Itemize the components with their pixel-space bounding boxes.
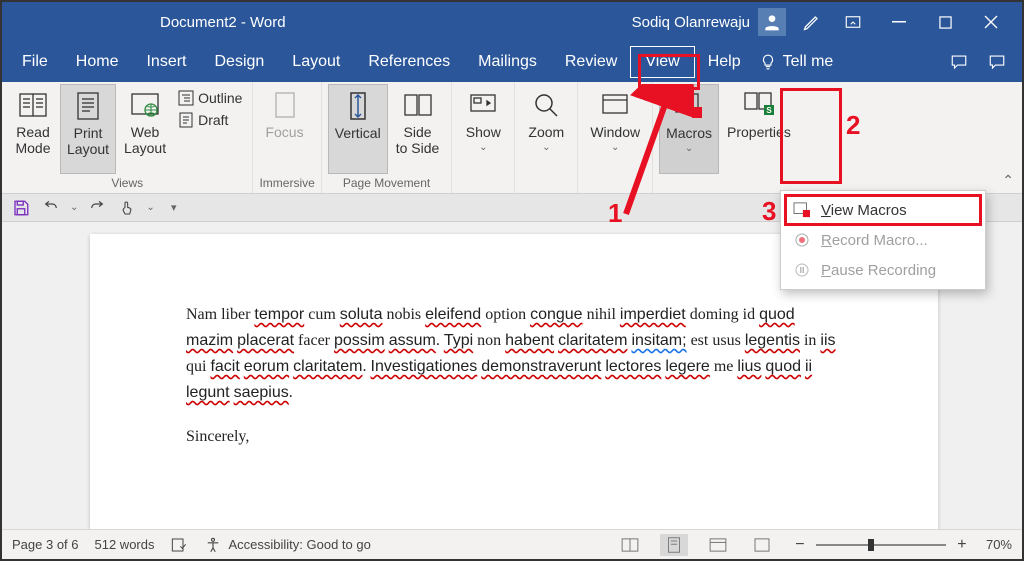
- close-button[interactable]: [968, 2, 1014, 42]
- share-icon[interactable]: [978, 47, 1016, 77]
- page-indicator[interactable]: Page 3 of 6: [12, 537, 79, 552]
- show-button[interactable]: Show ⌄: [458, 84, 508, 174]
- window-button[interactable]: Window ⌄: [584, 84, 646, 174]
- save-button[interactable]: [10, 197, 32, 219]
- maximize-button[interactable]: [922, 2, 968, 42]
- read-mode-icon: [19, 88, 47, 122]
- macros-dropdown-menu: View Macros Record Macro... Pause Record…: [780, 190, 986, 290]
- chevron-down-icon: ⌄: [611, 142, 619, 153]
- focus-view-button[interactable]: [748, 534, 776, 556]
- menu-view[interactable]: View: [631, 47, 693, 77]
- macros-button[interactable]: Macros ⌄: [659, 84, 719, 174]
- record-icon: [793, 231, 811, 249]
- body-paragraph[interactable]: Sincerely,: [186, 424, 842, 450]
- pen-icon[interactable]: [794, 2, 830, 42]
- menu-mailings[interactable]: Mailings: [464, 47, 551, 77]
- qat-customize-button[interactable]: ▾: [163, 197, 185, 219]
- redo-button[interactable]: [86, 197, 108, 219]
- ribbon-group-page-movement: Vertical Side to Side Page Movement: [322, 82, 453, 193]
- status-bar: Page 3 of 6 512 words Accessibility: Goo…: [2, 529, 1022, 559]
- menu-file[interactable]: File: [8, 47, 62, 77]
- draft-button[interactable]: Draft: [174, 110, 246, 130]
- view-macros-icon: [793, 201, 811, 219]
- chevron-down-icon: ⌄: [542, 142, 550, 153]
- touch-mode-button[interactable]: [116, 197, 138, 219]
- print-layout-button[interactable]: Print Layout: [60, 84, 116, 174]
- print-layout-icon: [76, 89, 100, 123]
- chevron-down-icon: ⌄: [479, 142, 487, 153]
- user-name: Sodiq Olanrewaju: [632, 14, 750, 31]
- body-paragraph[interactable]: Nam liber tempor cum soluta nobis eleife…: [186, 302, 842, 406]
- svg-text:S: S: [766, 106, 772, 115]
- ribbon-group-macros: Macros ⌄ S Properties: [653, 82, 803, 193]
- menu-references[interactable]: References: [354, 47, 464, 77]
- title-bar: Document2 - Word Sodiq Olanrewaju: [2, 2, 1022, 42]
- undo-button[interactable]: [40, 197, 62, 219]
- ribbon-group-views: Read Mode Print Layout Web Layout Outlin…: [2, 82, 253, 193]
- avatar[interactable]: [758, 8, 786, 36]
- menu-home[interactable]: Home: [62, 47, 133, 77]
- comments-icon[interactable]: [940, 47, 978, 77]
- zoom-thumb[interactable]: [868, 539, 874, 551]
- show-icon: [470, 88, 496, 122]
- properties-icon: S: [744, 88, 774, 122]
- ribbon-group-zoom: Zoom ⌄: [515, 82, 578, 193]
- zoom-out-button[interactable]: −: [792, 536, 808, 554]
- pause-icon: [793, 261, 811, 279]
- record-macro-item[interactable]: Record Macro...: [781, 225, 985, 255]
- accessibility-status[interactable]: Accessibility: Good to go: [204, 536, 370, 554]
- outline-button[interactable]: Outline: [174, 88, 246, 108]
- proofing-button[interactable]: [170, 537, 188, 553]
- lightbulb-icon: [759, 53, 777, 71]
- read-mode-button[interactable]: Read Mode: [8, 84, 58, 174]
- tell-me-search[interactable]: Tell me: [759, 53, 834, 71]
- zoom-track[interactable]: [816, 544, 946, 546]
- chevron-down-icon: ⌄: [685, 143, 693, 154]
- web-layout-button[interactable]: Web Layout: [118, 84, 172, 174]
- menubar: File Home Insert Design Layout Reference…: [2, 42, 1022, 82]
- outline-icon: [178, 90, 194, 106]
- word-count[interactable]: 512 words: [95, 537, 155, 552]
- ribbon-display-icon[interactable]: [830, 2, 876, 42]
- ribbon-group-window: Window ⌄: [578, 82, 653, 193]
- vertical-button[interactable]: Vertical: [328, 84, 388, 174]
- menu-design[interactable]: Design: [200, 47, 278, 77]
- side-to-side-button[interactable]: Side to Side: [390, 84, 446, 174]
- macros-icon: [675, 89, 703, 123]
- ribbon: Read Mode Print Layout Web Layout Outlin…: [2, 82, 1022, 194]
- menu-review[interactable]: Review: [551, 47, 631, 77]
- web-layout-view-button[interactable]: [704, 534, 732, 556]
- properties-button[interactable]: S Properties: [721, 84, 797, 174]
- zoom-level[interactable]: 70%: [986, 537, 1012, 552]
- accessibility-icon: [204, 536, 222, 554]
- menu-help[interactable]: Help: [694, 47, 755, 77]
- minimize-button[interactable]: [876, 2, 922, 42]
- zoom-in-button[interactable]: +: [954, 536, 970, 554]
- ribbon-group-immersive: Focus Immersive: [253, 82, 321, 193]
- side-to-side-icon: [403, 88, 433, 122]
- focus-icon: [273, 88, 297, 122]
- document-title: Document2 - Word: [160, 14, 286, 31]
- pause-recording-item: Pause Recording: [781, 255, 985, 285]
- zoom-button[interactable]: Zoom ⌄: [521, 84, 571, 174]
- draft-icon: [178, 112, 194, 128]
- menu-insert[interactable]: Insert: [132, 47, 200, 77]
- menu-layout[interactable]: Layout: [278, 47, 354, 77]
- view-macros-item[interactable]: View Macros: [781, 195, 985, 225]
- read-mode-view-button[interactable]: [616, 534, 644, 556]
- zoom-slider[interactable]: − +: [792, 536, 970, 554]
- collapse-ribbon-button[interactable]: ⌃: [1002, 172, 1014, 189]
- ribbon-group-show: Show ⌄: [452, 82, 515, 193]
- web-layout-icon: [131, 88, 159, 122]
- vertical-icon: [346, 89, 370, 123]
- print-layout-view-button[interactable]: [660, 534, 688, 556]
- zoom-icon: [533, 88, 559, 122]
- focus-button[interactable]: Focus: [259, 84, 309, 174]
- window-icon: [602, 88, 628, 122]
